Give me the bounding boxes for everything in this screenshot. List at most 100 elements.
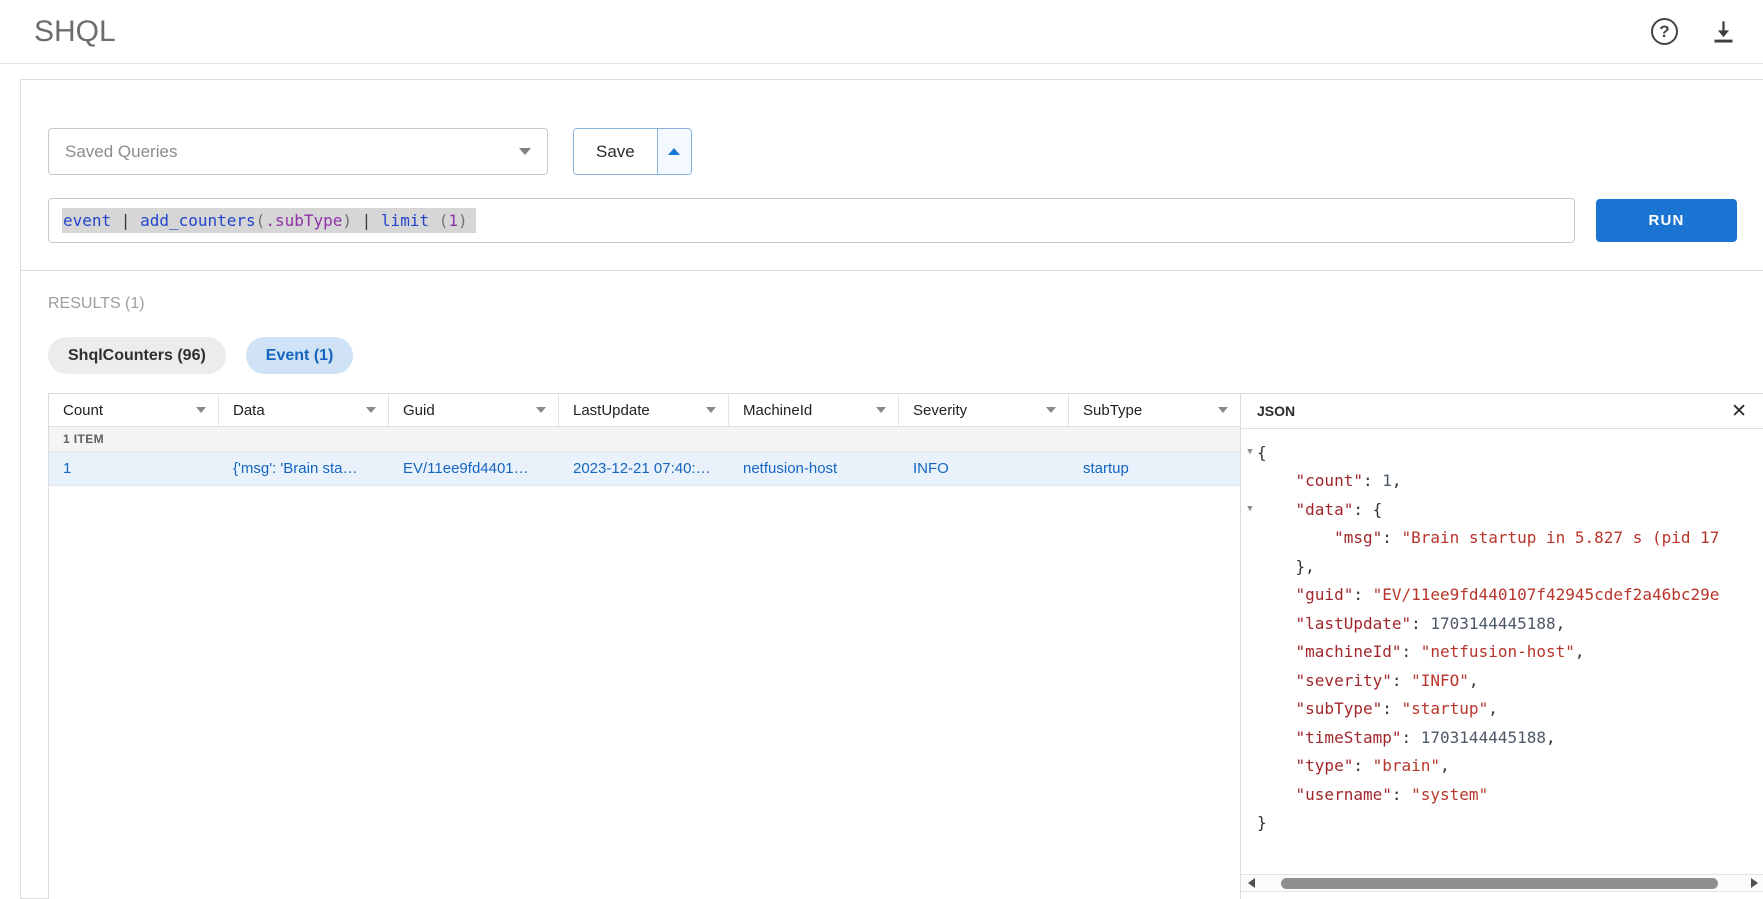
json-code: "guid": "EV/11ee9fd440107f42945cdef2a46b… — [1295, 585, 1720, 605]
query-token-field: 1 — [448, 211, 458, 230]
results-section: RESULTS (1) ShqlCounters (96) Event (1) C… — [21, 270, 1763, 899]
help-icon[interactable]: ? — [1651, 18, 1678, 45]
query-builder-section: Saved Queries Save event | add_counters(… — [21, 80, 1763, 270]
table-cell: 1 — [63, 460, 72, 477]
json-code: } — [1257, 813, 1267, 833]
page-title: SHQL — [34, 14, 116, 48]
query-token-paren: ) — [458, 211, 468, 230]
table-row[interactable]: 1 {'msg': 'Brain sta… EV/11ee9fd4401… 2023-… — [49, 452, 1240, 486]
json-line: "username": "system" — [1243, 780, 1763, 809]
column-label: SubType — [1083, 401, 1143, 419]
table-cell: 2023-12-21 07:40:… — [573, 460, 711, 477]
table-group-row: 1 ITEM — [49, 427, 1240, 452]
query-token-pipe: | — [352, 211, 381, 230]
scroll-right-icon[interactable] — [1745, 875, 1763, 891]
column-dropdown-icon[interactable] — [196, 407, 206, 413]
close-icon[interactable]: ✕ — [1731, 402, 1747, 421]
json-line: } — [1243, 809, 1763, 838]
column-header-count[interactable]: Count — [49, 394, 219, 426]
json-line: "msg": "Brain startup in 5.827 s (pid 17 — [1243, 524, 1763, 553]
table-rows: 1 {'msg': 'Brain sta… EV/11ee9fd4401… 2023-… — [49, 452, 1240, 486]
column-label: LastUpdate — [573, 401, 650, 419]
results-grid: Count Data Guid LastUpdate MachineId Severity… — [48, 393, 1763, 899]
table-cell: EV/11ee9fd4401… — [403, 460, 529, 477]
column-header-guid[interactable]: Guid — [389, 394, 559, 426]
query-token-paren: ( — [429, 211, 449, 230]
save-dropdown-button[interactable] — [656, 129, 691, 174]
results-tab[interactable]: Event (1) — [245, 337, 354, 374]
table-cell: netfusion-host — [743, 460, 838, 477]
json-code: "type": "brain", — [1295, 756, 1450, 776]
chevron-up-icon — [668, 148, 681, 155]
query-token-field: .subType — [265, 211, 343, 230]
query-token-keyword: limit — [380, 211, 430, 230]
query-token-keyword: add_counters — [140, 211, 256, 230]
json-code: "subType": "startup", — [1295, 699, 1498, 719]
results-tabs: ShqlCounters (96) Event (1) — [48, 337, 1763, 374]
column-header-lastupdate[interactable]: LastUpdate — [559, 394, 729, 426]
column-dropdown-icon[interactable] — [706, 407, 716, 413]
collapse-icon[interactable]: ▼ — [1243, 504, 1257, 514]
query-token-paren: ) — [342, 211, 353, 230]
json-horizontal-scrollbar[interactable] — [1241, 874, 1763, 892]
json-code: "username": "system" — [1295, 784, 1489, 804]
json-panel-header: JSON ✕ — [1241, 394, 1763, 429]
json-code: "data": { — [1295, 499, 1383, 519]
json-viewer: ▼{ "count": 1, ▼ "data": { "msg": "Brain … — [1241, 429, 1763, 899]
column-header-machineid[interactable]: MachineId — [729, 394, 899, 426]
app-header: SHQL ? — [0, 0, 1763, 64]
json-line: "severity": "INFO", — [1243, 666, 1763, 695]
json-line: "count": 1, — [1243, 467, 1763, 496]
json-code: }, — [1295, 556, 1315, 576]
json-code: { — [1257, 442, 1267, 462]
collapse-icon[interactable]: ▼ — [1243, 447, 1257, 457]
scrollbar-thumb[interactable] — [1281, 878, 1718, 889]
json-line: "lastUpdate": 1703144445188, — [1243, 609, 1763, 638]
column-header-subtype[interactable]: SubType — [1069, 394, 1240, 426]
query-token-paren: ( — [255, 211, 266, 230]
results-table: Count Data Guid LastUpdate MachineId Severity… — [49, 394, 1241, 899]
query-input[interactable]: event | add_counters(.subType) | limit (… — [48, 198, 1575, 243]
download-icon[interactable] — [1710, 18, 1737, 45]
saved-queries-placeholder: Saved Queries — [65, 141, 178, 161]
json-code: "timeStamp": 1703144445188, — [1295, 727, 1556, 747]
saved-queries-select[interactable]: Saved Queries — [48, 128, 548, 175]
column-header-severity[interactable]: Severity — [899, 394, 1069, 426]
json-line: "subType": "startup", — [1243, 695, 1763, 724]
save-button[interactable]: Save — [574, 129, 657, 174]
json-code: "msg": "Brain startup in 5.827 s (pid 17 — [1334, 528, 1720, 548]
json-line: ▼ "data": { — [1243, 495, 1763, 524]
query-card: Saved Queries Save event | add_counters(… — [20, 79, 1763, 899]
header-icons: ? — [1651, 18, 1737, 45]
column-label: Data — [233, 401, 265, 419]
results-tab[interactable]: ShqlCounters (96) — [48, 337, 226, 374]
run-button[interactable]: RUN — [1596, 199, 1737, 242]
results-label: RESULTS (1) — [48, 295, 145, 312]
json-panel-title: JSON — [1257, 403, 1296, 419]
json-line: "machineId": "netfusion-host", — [1243, 638, 1763, 667]
table-cell: INFO — [913, 460, 949, 477]
json-code: "severity": "INFO", — [1295, 670, 1479, 690]
json-panel: JSON ✕ ▼{ "count": 1, ▼ "data": { "msg": … — [1241, 394, 1763, 899]
json-line: ▼{ — [1243, 438, 1763, 467]
query-token-pipe: | — [111, 211, 141, 230]
scroll-left-icon[interactable] — [1242, 875, 1260, 891]
json-line: "type": "brain", — [1243, 752, 1763, 781]
column-dropdown-icon[interactable] — [1218, 407, 1228, 413]
query-text: event | add_counters(.subType) | limit (… — [62, 208, 476, 233]
column-dropdown-icon[interactable] — [536, 407, 546, 413]
table-cell: {'msg': 'Brain sta… — [233, 460, 358, 477]
column-dropdown-icon[interactable] — [876, 407, 886, 413]
json-code: "machineId": "netfusion-host", — [1295, 642, 1585, 662]
query-token-keyword: event — [63, 211, 112, 230]
column-dropdown-icon[interactable] — [366, 407, 376, 413]
table-cell: startup — [1083, 460, 1129, 477]
save-split-button: Save — [573, 128, 692, 175]
table-header-row: Count Data Guid LastUpdate MachineId Severity… — [49, 394, 1240, 427]
column-dropdown-icon[interactable] — [1046, 407, 1056, 413]
json-code: "lastUpdate": 1703144445188, — [1295, 613, 1566, 633]
json-line: "guid": "EV/11ee9fd440107f42945cdef2a46b… — [1243, 581, 1763, 610]
table-empty-area — [49, 486, 1240, 899]
column-header-data[interactable]: Data — [219, 394, 389, 426]
column-label: Count — [63, 401, 104, 419]
